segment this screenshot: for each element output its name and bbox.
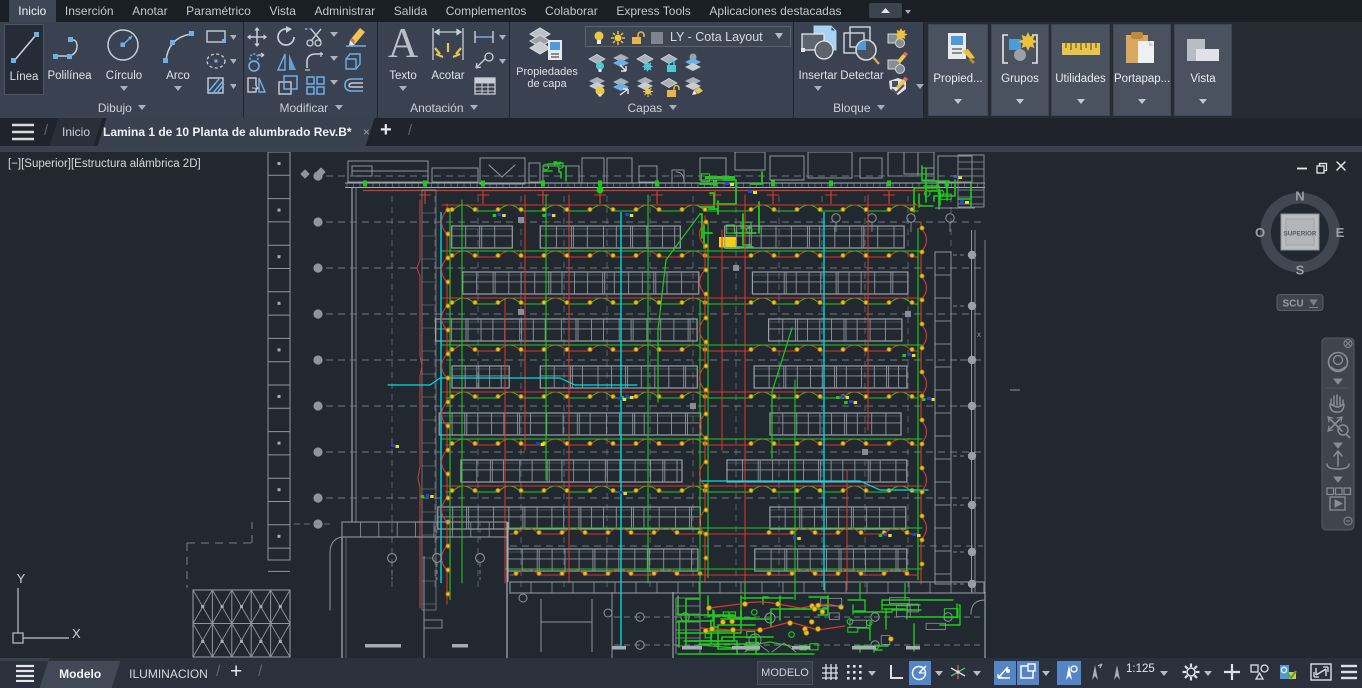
svg-text:X: X: [72, 626, 81, 641]
svg-text:x: x: [977, 330, 981, 339]
svg-text:N: N: [1295, 189, 1304, 204]
svg-text:SUPERIOR: SUPERIOR: [1284, 231, 1317, 238]
svg-text:SCU: SCU: [1282, 299, 1303, 310]
svg-text:Y: Y: [17, 571, 26, 586]
svg-text:O: O: [1255, 225, 1265, 240]
svg-text:E: E: [1336, 225, 1345, 240]
svg-text:[−][Superior][Estructura alámb: [−][Superior][Estructura alámbrica 2D]: [8, 158, 201, 170]
svg-text:S: S: [1296, 263, 1305, 278]
